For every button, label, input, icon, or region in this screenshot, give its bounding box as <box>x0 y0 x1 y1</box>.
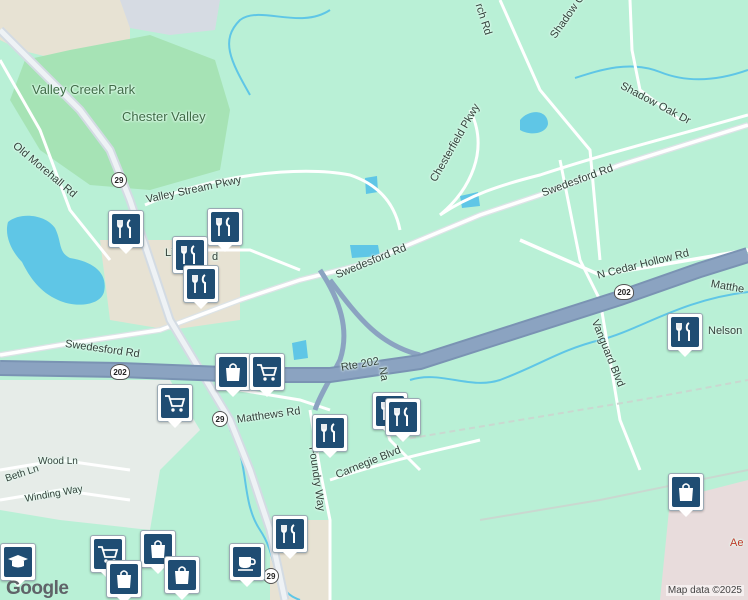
shopping-bag-icon <box>175 566 189 584</box>
road-label-liberty-end: d <box>212 251 219 263</box>
route-shield-29: 29 <box>111 172 127 188</box>
restaurant-icon <box>394 407 408 426</box>
place-label-ae: Ae <box>730 537 744 549</box>
route-shield-29: 29 <box>212 411 228 427</box>
google-logo: Google <box>6 578 69 599</box>
restaurant-icon <box>117 219 131 238</box>
cafe-pin[interactable] <box>229 543 265 581</box>
shopping-bag-pin[interactable] <box>215 353 251 391</box>
shopping-cart-icon <box>257 364 278 381</box>
developed-area <box>120 0 220 35</box>
restaurant-pin[interactable] <box>312 414 348 452</box>
route-shield-202: 202 <box>614 284 634 300</box>
coffee-cup-icon <box>238 557 256 571</box>
pond <box>292 340 308 360</box>
stream <box>228 9 331 96</box>
restaurant-pin[interactable] <box>183 265 219 303</box>
shopping-cart-pin[interactable] <box>249 353 285 391</box>
stream <box>574 65 748 81</box>
shopping-bag-icon <box>117 570 131 588</box>
park-label-valley-creek: Valley Creek Park <box>32 82 136 97</box>
restaurant-pin[interactable] <box>207 208 243 246</box>
restaurant-icon <box>216 217 230 236</box>
shopping-cart-pin[interactable] <box>157 384 193 422</box>
shopping-bag-icon <box>679 483 693 501</box>
route-shield-202: 202 <box>110 364 130 380</box>
pond <box>520 112 548 134</box>
restaurant-icon <box>181 245 195 264</box>
restaurant-icon <box>281 524 295 543</box>
restaurant-pin[interactable] <box>108 210 144 248</box>
route-shield-29: 29 <box>263 568 279 584</box>
graduation-cap-icon <box>8 555 28 568</box>
restaurant-icon <box>192 274 206 293</box>
map-canvas[interactable]: Valley Creek Park Chester Valley Old Mor… <box>0 0 748 600</box>
shopping-bag-pin[interactable] <box>668 473 704 511</box>
map-attribution[interactable]: Map data ©2025 <box>665 585 744 596</box>
restaurant-pin[interactable] <box>272 515 308 553</box>
restaurant-icon <box>676 322 690 341</box>
railway <box>399 379 748 441</box>
shopping-bag-pin[interactable] <box>164 556 200 594</box>
lake <box>6 215 105 305</box>
restaurant-icon <box>321 423 335 442</box>
road-label-na: Na <box>376 366 391 382</box>
school-pin[interactable] <box>0 543 36 581</box>
shopping-bag-icon <box>226 363 240 381</box>
road-label-wood-ln: Wood Ln <box>38 456 78 467</box>
restaurant-pin[interactable] <box>385 398 421 436</box>
restaurant-pin[interactable] <box>667 313 703 351</box>
road-label-nelson: Nelson <box>708 325 743 337</box>
shopping-bag-pin[interactable] <box>106 560 142 598</box>
park-label-chester-valley: Chester Valley <box>122 109 206 124</box>
shopping-cart-icon <box>165 395 186 412</box>
